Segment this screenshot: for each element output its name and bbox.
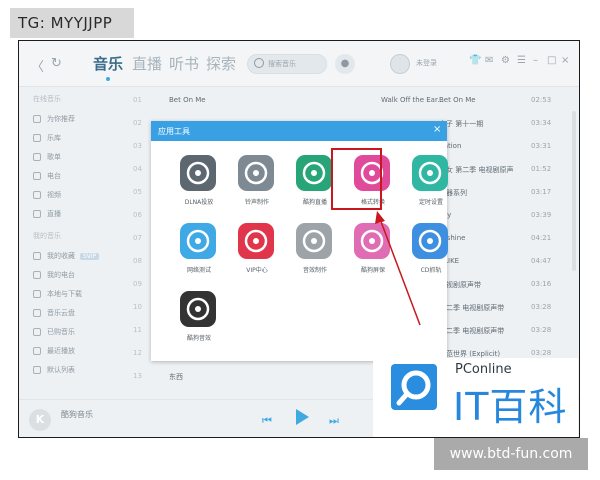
watermark-top: TG: MYYJJPP	[10, 8, 134, 38]
watermark-bottom: www.btd-fun.com	[434, 438, 588, 470]
pconline-logo-icon	[391, 364, 437, 410]
brand-logo: PConline IT百科	[373, 358, 578, 437]
brand-name-en: PConline	[455, 362, 512, 377]
brand-name-cn: IT百科	[453, 385, 568, 429]
